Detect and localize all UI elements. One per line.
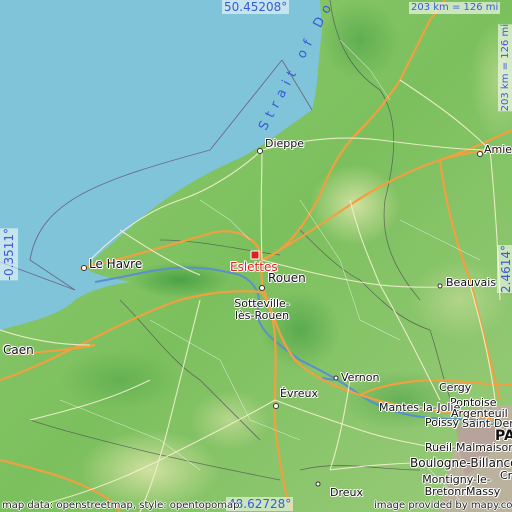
left-longitude-label: -0.3511° [0,228,18,281]
place-amiens: Amiens [484,143,512,156]
place-boulogne: Boulogne-Billancourt [410,456,512,470]
location-marker-label: Eslettes [230,260,278,274]
place-dieppe: Dieppe [265,137,305,150]
place-rueil: Rueil-Malmaison [425,441,512,454]
place-poissy: Poissy [425,416,459,429]
top-latitude-label: 50.45208° [222,0,290,14]
right-longitude-label: 2.4614° [497,245,512,293]
location-marker [250,250,260,260]
place-mantes: Mantes-la-Jolie [379,401,461,414]
place-vernon: Vernon [341,371,380,384]
place-caen: Caen [3,343,34,357]
scale-horizontal: 203 km = 126 mi [409,2,501,14]
place-sotteville: Sotteville-lès-Rouen [234,297,290,322]
topographic-map[interactable]: 50.45208° 48.62728° -0.3511° 2.4614° 203… [0,0,512,512]
place-evreux: Évreux [280,387,318,400]
place-beauvais: Beauvais [446,276,497,289]
place-le-havre: Le Havre [89,257,143,271]
place-dreux: Dreux [330,486,363,499]
place-cergy: Cergy [439,381,472,394]
map-credit-right: image provided by mapy.com [374,500,512,511]
place-massy: Massy [466,485,501,498]
map-credit-left: map data: openstreetmap, style: opentopo… [2,500,240,511]
map-canvas [0,0,512,512]
scale-vertical: 203 km = 126 mi [498,24,512,112]
